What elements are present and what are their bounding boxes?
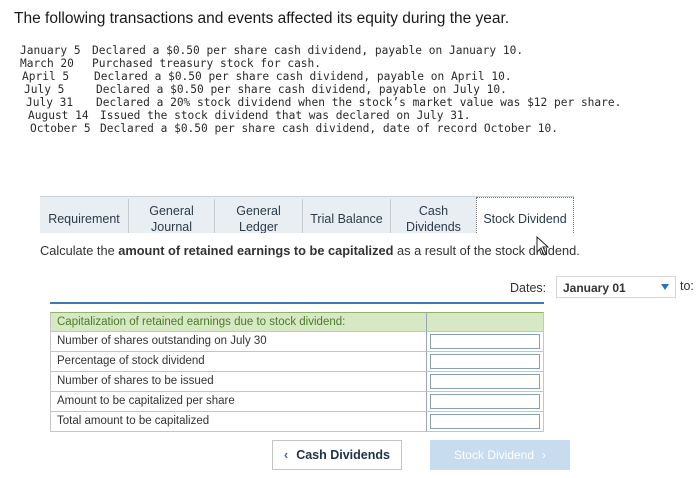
dividend-percentage-input[interactable] <box>430 354 540 369</box>
transaction-date: July 5 <box>24 83 65 96</box>
row-label: Percentage of stock dividend <box>50 352 426 372</box>
transaction-date: July 31 <box>26 96 74 109</box>
tab-label: General Ledger <box>236 204 281 234</box>
total-capitalized-input[interactable] <box>430 414 540 429</box>
total-capitalized-input-cell <box>426 412 544 432</box>
prev-cash-dividends-button[interactable]: ‹ Cash Dividends <box>272 440 402 470</box>
transaction-date: January 5 <box>20 44 81 57</box>
table-row: Amount to be capitalized per share <box>50 392 544 412</box>
shares-outstanding-input-cell <box>426 332 544 352</box>
dates-select[interactable]: January 01 <box>556 276 676 298</box>
mouse-cursor-icon <box>536 236 550 256</box>
dates-to-label: to: <box>680 279 694 293</box>
transaction-date: August 14 <box>28 109 89 122</box>
row-label: Total amount to be capitalized <box>50 412 426 432</box>
instruction-suffix: as a result of the stock dividend. <box>393 243 580 258</box>
transaction-text: Declared a $0.50 per share cash dividend… <box>100 122 559 135</box>
table-row: Total amount to be capitalized <box>50 412 544 432</box>
instruction-prefix: Calculate the <box>40 243 119 258</box>
shares-issued-input[interactable] <box>430 374 540 389</box>
shares-issued-input-cell <box>426 372 544 392</box>
table-top-border <box>50 302 544 304</box>
chevron-right-icon: › <box>542 448 547 462</box>
transaction-date: March 20 <box>20 57 74 70</box>
amount-per-share-input[interactable] <box>430 394 540 409</box>
transaction-date: April 5 <box>22 70 70 83</box>
table-row: Number of shares to be issued <box>50 372 544 392</box>
transaction-text: Issued the stock dividend that was decla… <box>100 109 471 122</box>
next-stock-dividend-button[interactable]: Stock Dividend › <box>430 440 570 470</box>
dividend-percentage-input-cell <box>426 352 544 372</box>
amount-per-share-input-cell <box>426 392 544 412</box>
tab-label: Stock Dividend <box>483 212 567 227</box>
table-row: Percentage of stock dividend <box>50 352 544 372</box>
tab-label: Requirement <box>48 212 120 227</box>
table-header-row: Capitalization of retained earnings due … <box>50 312 544 332</box>
table-header-label: Capitalization of retained earnings due … <box>50 312 426 332</box>
next-button-label: Stock Dividend <box>453 448 535 462</box>
tab-label: Trial Balance <box>310 212 383 227</box>
dates-value: January 01 <box>563 281 626 295</box>
dropdown-arrow-icon <box>661 284 669 290</box>
transaction-date: October 5 <box>30 122 91 135</box>
table-header-cell <box>426 312 544 332</box>
chevron-left-icon: ‹ <box>284 448 289 462</box>
tab-label: Cash Dividends <box>406 204 461 234</box>
table-row: Number of shares outstanding on July 30 <box>50 332 544 352</box>
row-label: Number of shares to be issued <box>50 372 426 392</box>
row-label: Amount to be capitalized per share <box>50 392 426 412</box>
transaction-text: Declared a $0.50 per share cash dividend… <box>96 83 507 96</box>
tab-label: General Journal <box>149 204 194 234</box>
prev-button-label: Cash Dividends <box>296 448 390 462</box>
instruction-emphasis: amount of retained earnings to be capita… <box>118 243 394 258</box>
shares-outstanding-input[interactable] <box>430 334 540 349</box>
transaction-text: Declared a 20% stock dividend when the s… <box>96 96 622 109</box>
row-label: Number of shares outstanding on July 30 <box>50 332 426 352</box>
dates-label: Dates: <box>510 281 547 295</box>
transaction-text: Declared a $0.50 per share cash dividend… <box>94 70 512 83</box>
instruction-text: Calculate the amount of retained earning… <box>40 243 580 258</box>
page-heading: The following transactions and events af… <box>14 10 510 27</box>
transaction-text: Declared a $0.50 per share cash dividend… <box>92 44 524 57</box>
transaction-text: Purchased treasury stock for cash. <box>92 57 322 70</box>
